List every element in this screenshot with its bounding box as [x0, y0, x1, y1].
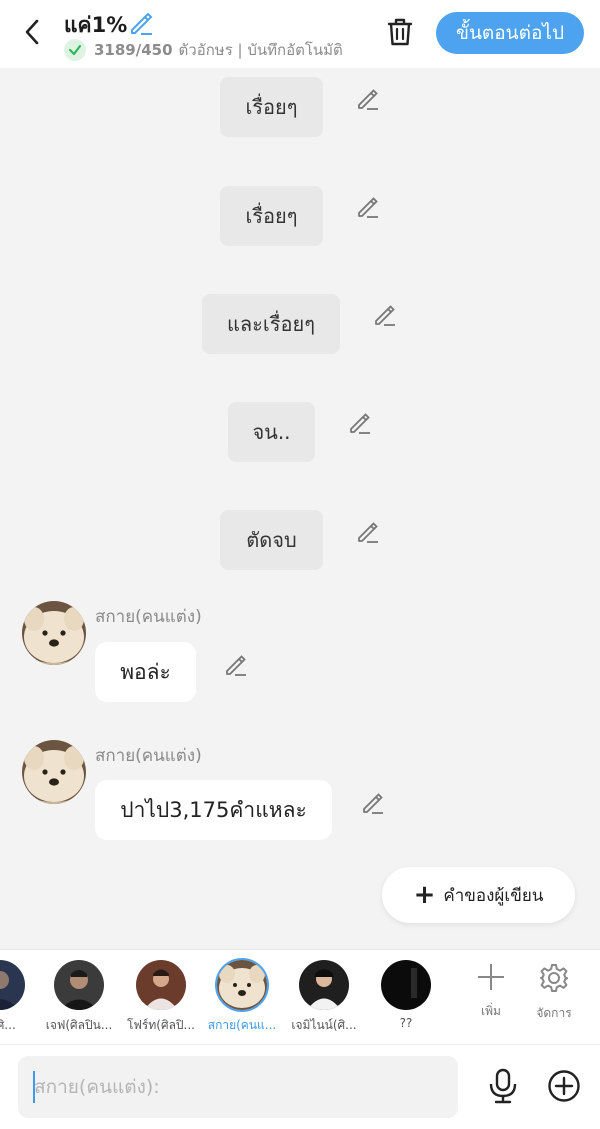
manage-characters-button[interactable]: จัดการ [524, 962, 584, 1023]
edit-title-button[interactable] [128, 10, 154, 36]
character-avatar [217, 960, 267, 1010]
autosave-text: ตัวอักษร | บันทึกอัตโนมัติ [178, 41, 343, 59]
narration-bubble[interactable]: และเรื่อยๆ [202, 294, 340, 354]
back-button[interactable] [14, 14, 50, 50]
character-name: โฟร์ท(ศิลปิ... [126, 1018, 195, 1032]
narration-bubble[interactable]: เรื่อยๆ [220, 186, 323, 246]
edit-message-button[interactable] [347, 410, 373, 436]
character-avatar [0, 960, 25, 1010]
check-icon [64, 39, 86, 61]
message-author: สกาย(คนแต่ง) [95, 746, 202, 766]
manage-label: จัดการ [536, 1006, 572, 1020]
chevron-left-icon [25, 19, 39, 45]
dog-avatar-icon [22, 740, 86, 804]
trash-icon [387, 18, 413, 46]
plus-icon: + [413, 880, 436, 910]
character-item[interactable]: ?? [361, 960, 451, 1030]
voice-input-button[interactable] [486, 1067, 520, 1105]
dog-avatar-icon [22, 601, 86, 665]
avatar[interactable] [22, 601, 86, 665]
dialogue-bubble[interactable]: ปาไป3,175คำแหละ [95, 780, 332, 840]
character-selector: ด(ศิ... เจฟ(ศิลปิน... โฟร์ท(ศิลปิ... สกา… [0, 949, 600, 1044]
narration-bubble[interactable]: เรื่อยๆ [220, 77, 323, 137]
edit-message-button[interactable] [372, 302, 398, 328]
edit-message-button[interactable] [355, 86, 381, 112]
composer-bar [0, 1044, 600, 1129]
message-input[interactable] [18, 1056, 458, 1118]
character-avatar [136, 960, 186, 1010]
character-item[interactable]: เจฟ(ศิลปิน... [34, 960, 124, 1035]
character-count: 3189/450 [94, 41, 173, 59]
text-caret [33, 1071, 35, 1103]
character-avatar [54, 960, 104, 1010]
narration-bubble[interactable]: จน.. [228, 402, 315, 462]
pencil-icon [350, 413, 370, 434]
plus-circle-icon [548, 1070, 580, 1102]
avatar[interactable] [22, 740, 86, 804]
add-label: เพิ่ม [481, 1004, 501, 1018]
character-item[interactable]: เจมิไนน์(ศิ... [279, 960, 369, 1035]
save-status: 3189/450 ตัวอักษร | บันทึกอัตโนมัติ [64, 38, 364, 62]
delete-button[interactable] [383, 15, 417, 49]
pencil-icon [131, 12, 153, 35]
edit-message-button[interactable] [223, 652, 249, 678]
next-step-button[interactable]: ขั้นตอนต่อไป [436, 12, 584, 54]
pencil-icon [375, 305, 395, 326]
message-author: สกาย(คนแต่ง) [95, 607, 202, 627]
character-item-selected[interactable]: สกาย(คนแ... [197, 960, 287, 1035]
character-name: เจฟ(ศิลปิน... [45, 1018, 113, 1032]
character-name: เจมิไนน์(ศิ... [291, 1018, 357, 1032]
dialogue-bubble[interactable]: พอล่ะ [95, 642, 196, 702]
character-avatar [381, 960, 431, 1010]
edit-message-button[interactable] [360, 790, 386, 816]
pencil-icon [363, 793, 383, 814]
add-content-button[interactable] [547, 1069, 581, 1103]
plus-icon [478, 964, 504, 990]
author-note-button[interactable]: + คำของผู้เขียน [382, 867, 575, 923]
pencil-icon [226, 655, 246, 676]
add-character-button[interactable]: เพิ่ม [461, 962, 521, 1021]
pencil-icon [358, 522, 378, 543]
character-name: ?? [399, 1016, 413, 1030]
pencil-icon [358, 197, 378, 218]
edit-message-button[interactable] [355, 519, 381, 545]
edit-message-button[interactable] [355, 194, 381, 220]
narration-bubble[interactable]: ตัดจบ [220, 510, 323, 570]
character-name: สกาย(คนแ... [207, 1018, 277, 1032]
pencil-icon [358, 89, 378, 110]
character-item[interactable]: โฟร์ท(ศิลปิ... [116, 960, 206, 1035]
microphone-icon [489, 1068, 517, 1104]
author-note-label: คำของผู้เขียน [443, 885, 544, 906]
gear-icon [540, 964, 568, 992]
character-avatar [299, 960, 349, 1010]
top-bar: แค่1% 3189/450 ตัวอักษร | บันทึกอัตโนมัต… [0, 0, 600, 68]
